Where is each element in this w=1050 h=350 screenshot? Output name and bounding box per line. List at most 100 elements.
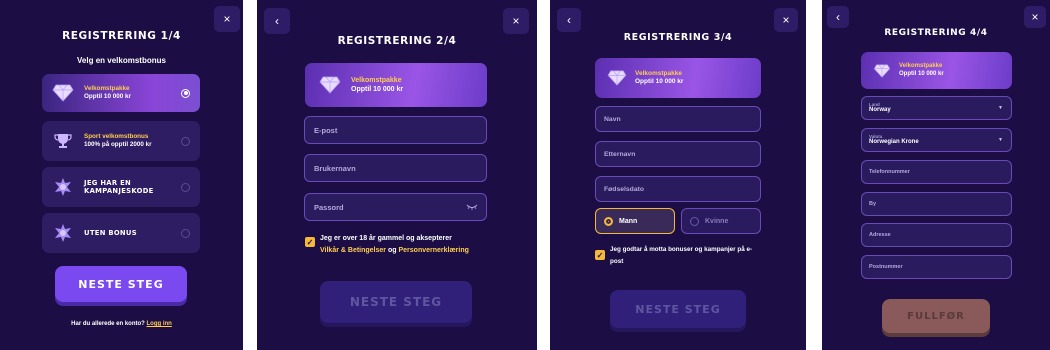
terms-text: Jeg er over 18 år gammel og aksepterer V… — [320, 233, 500, 257]
consent-checkbox[interactable]: ✓ — [595, 250, 605, 260]
login-prompt: Har du allerede en konto? Logg inn — [0, 321, 243, 327]
step-subtitle: Velg en velkomstbonus — [77, 56, 166, 65]
bonus-option-detail: 100% på opptil 2000 kr — [84, 141, 152, 148]
finish-button[interactable]: FULLFØR — [882, 299, 990, 333]
first-name-placeholder: Navn — [604, 115, 621, 123]
bonus-radio[interactable] — [181, 136, 190, 146]
bonus-option-promo-code[interactable]: JEG HAR EN KAMPANJESKODE — [42, 167, 200, 207]
registration-step-3-panel: ‹ × REGISTRERING 3/4 Velkomstpakke Oppti… — [550, 0, 806, 350]
phone-field[interactable]: Telefonnummer — [861, 160, 1012, 184]
eye-closed-icon[interactable] — [466, 204, 478, 210]
package-value: Opptil 10 000 kr — [899, 70, 944, 77]
first-name-field[interactable]: Navn — [595, 106, 761, 132]
back-icon: ‹ — [836, 10, 840, 24]
city-field[interactable]: By — [861, 192, 1012, 216]
back-button[interactable]: ‹ — [557, 8, 581, 32]
package-name: Velkomstpakke — [351, 76, 402, 84]
gender-male-option[interactable]: Mann — [595, 208, 675, 234]
consent-text: Jeg godtar å motta bonuser og kampanjer … — [610, 246, 753, 265]
step-title: REGISTRERING 2/4 — [337, 35, 457, 47]
country-value: Norway — [869, 107, 891, 114]
welcome-package-card: Velkomstpakke Opptil 10 000 kr — [305, 63, 487, 107]
package-value: Opptil 10 000 kr — [351, 86, 404, 93]
login-prompt-text: Har du allerede en konto? — [71, 321, 145, 327]
registration-step-2-panel: ‹ × REGISTRERING 2/4 Velkomstpakke Oppti… — [257, 0, 537, 350]
chevron-down-icon: ▼ — [998, 105, 1003, 111]
close-button[interactable]: × — [503, 8, 529, 34]
password-field[interactable]: Passord — [304, 193, 487, 221]
bonus-option-name: Sport velkomstbonus — [84, 133, 149, 140]
terms-prefix: Jeg er over 18 år gammel og aksepterer — [320, 235, 452, 242]
radio-selected-icon — [604, 216, 613, 226]
badge-icon — [50, 178, 76, 196]
bonus-option-no-bonus[interactable]: UTEN BONUS — [42, 213, 200, 253]
close-button[interactable]: × — [1024, 6, 1046, 28]
gender-female-label: Kvinne — [705, 217, 729, 225]
gender-male-label: Mann — [619, 217, 638, 225]
welcome-package-card: Velkomstpakke Opptil 10 000 kr — [861, 52, 1012, 89]
bonus-option-name: UTEN BONUS — [84, 229, 137, 237]
phone-placeholder: Telefonnummer — [869, 169, 910, 175]
package-value: Opptil 10 000 kr — [635, 78, 684, 85]
radio-icon — [690, 216, 699, 226]
gender-female-option[interactable]: Kvinne — [681, 208, 761, 234]
trophy-icon — [50, 132, 76, 150]
diamond-icon — [50, 84, 76, 102]
back-icon: ‹ — [567, 13, 571, 27]
bonus-radio-selected[interactable] — [181, 88, 190, 98]
check-icon: ✓ — [596, 250, 604, 260]
last-name-placeholder: Etternavn — [604, 150, 636, 158]
privacy-link[interactable]: Personvernerklæring — [398, 247, 468, 254]
birthdate-placeholder: Fødselsdato — [604, 185, 645, 193]
badge-icon — [50, 224, 76, 242]
address-placeholder: Adresse — [869, 232, 891, 238]
package-name: Velkomstpakke — [899, 62, 943, 69]
bonus-radio[interactable] — [181, 228, 190, 238]
back-button[interactable]: ‹ — [264, 8, 290, 34]
check-icon: ✓ — [306, 237, 314, 247]
step-title: REGISTRERING 4/4 — [884, 28, 988, 38]
diamond-icon — [605, 70, 629, 86]
terms-and: og — [387, 247, 397, 254]
close-icon: × — [1031, 10, 1039, 24]
close-button[interactable]: × — [214, 6, 240, 32]
bonus-option-sport[interactable]: Sport velkomstbonus 100% på opptil 2000 … — [42, 121, 200, 161]
bonus-option-detail: KAMPANJESKODE — [84, 187, 154, 195]
password-placeholder: Passord — [314, 202, 344, 212]
bonus-option-name: Velkomstpakke — [84, 85, 130, 92]
close-icon: × — [223, 12, 231, 26]
birthdate-field[interactable]: Fødselsdato — [595, 176, 761, 202]
next-step-button[interactable]: NESTE STEG — [610, 290, 746, 328]
next-step-button[interactable]: NESTE STEG — [55, 266, 187, 302]
terms-checkbox[interactable]: ✓ — [305, 237, 315, 247]
chevron-down-icon: ▼ — [998, 137, 1003, 143]
username-placeholder: Brukernavn — [314, 163, 356, 173]
postcode-placeholder: Postnummer — [869, 264, 903, 270]
next-step-button[interactable]: NESTE STEG — [320, 281, 472, 323]
bonus-radio[interactable] — [181, 182, 190, 192]
currency-select[interactable]: Valuta Norwegian Krone ▼ — [861, 128, 1012, 152]
bonus-option-name: JEG HAR EN — [84, 179, 131, 187]
close-button[interactable]: × — [774, 8, 798, 32]
back-button[interactable]: ‹ — [827, 6, 849, 28]
bonus-option-welcome-package[interactable]: Velkomstpakke Opptil 10 000 kr — [42, 74, 200, 112]
step-title: REGISTRERING 3/4 — [623, 32, 733, 43]
close-icon: × — [512, 14, 520, 28]
address-field[interactable]: Adresse — [861, 223, 1012, 247]
back-icon: ‹ — [275, 14, 279, 28]
email-placeholder: E-post — [314, 125, 338, 135]
email-field[interactable]: E-post — [304, 116, 487, 144]
step-title: REGISTRERING 1/4 — [62, 30, 181, 42]
diamond-icon — [317, 76, 343, 94]
bonus-option-detail: Opptil 10 000 kr — [84, 93, 131, 100]
registration-step-4-panel: ‹ × REGISTRERING 4/4 Velkomstpakke Oppti… — [822, 0, 1050, 350]
close-icon: × — [782, 13, 790, 27]
terms-link[interactable]: Vilkår & Betingelser — [320, 247, 386, 254]
postcode-field[interactable]: Postnummer — [861, 255, 1012, 279]
country-select[interactable]: Land Norway ▼ — [861, 96, 1012, 120]
last-name-field[interactable]: Etternavn — [595, 141, 761, 167]
welcome-package-card: Velkomstpakke Opptil 10 000 kr — [595, 58, 761, 98]
city-placeholder: By — [869, 201, 877, 207]
login-link[interactable]: Logg inn — [147, 321, 172, 327]
username-field[interactable]: Brukernavn — [304, 154, 487, 182]
